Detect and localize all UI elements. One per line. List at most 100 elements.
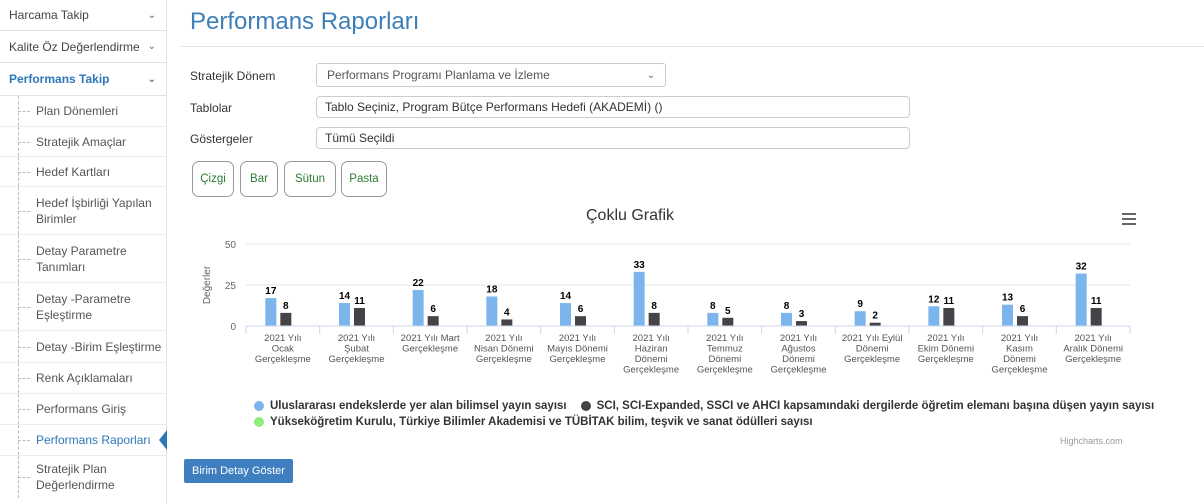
legend-item-3[interactable]: Yükseköğretim Kurulu, Türkiye Bilimler A… bbox=[270, 416, 813, 428]
bar bbox=[486, 296, 498, 326]
x-tick-label: 2021 Yılı bbox=[706, 333, 743, 344]
data-label: 6 bbox=[578, 304, 584, 315]
x-tick-label: Dönemi bbox=[856, 344, 889, 355]
bar bbox=[1002, 304, 1013, 326]
x-tick-label: Gerçekleşme bbox=[844, 354, 900, 365]
data-label: 8 bbox=[651, 301, 657, 312]
x-tick-label: 2021 Yılı bbox=[338, 333, 375, 344]
bar bbox=[575, 316, 586, 326]
x-tick-label: Gerçekleşme bbox=[402, 344, 458, 355]
chevron-down-icon: ⌄ bbox=[147, 73, 156, 85]
sidebar-item-label: Stratejik Amaçlar bbox=[36, 134, 127, 149]
sidebar-item-detay-parametre-tanimlari[interactable]: Detay Parametre Tanımları bbox=[0, 235, 166, 283]
y-tick-label: 50 bbox=[225, 240, 237, 251]
x-tick-label: Gerçekleşme bbox=[329, 354, 385, 365]
x-tick-label: 2021 Yılı bbox=[1001, 333, 1038, 344]
page-title: Performans Raporları bbox=[190, 8, 420, 35]
x-tick-label: Şubat bbox=[344, 344, 369, 355]
sidebar-item-label: Renk Açıklamaları bbox=[36, 371, 133, 385]
data-label: 14 bbox=[560, 291, 572, 302]
sidebar-item-label: Plan Dönemleri bbox=[36, 104, 119, 118]
bar bbox=[1090, 307, 1102, 326]
sidebar-item-renk-aciklamalari[interactable]: Renk Açıklamaları bbox=[0, 363, 166, 394]
chevron-down-icon: ⌄ bbox=[147, 41, 156, 52]
bar bbox=[943, 307, 955, 326]
x-tick-label: Dönemi bbox=[708, 354, 741, 365]
bar bbox=[648, 312, 660, 326]
data-label: 18 bbox=[486, 284, 498, 295]
sidebar-item-performans-raporlari[interactable]: Performans Raporları bbox=[0, 425, 167, 456]
bar bbox=[427, 316, 439, 326]
x-tick-label: 2021 Yılı bbox=[927, 333, 964, 344]
chart: 50250Değerler 1782021 YılıOcakGerçekleşme… bbox=[202, 240, 1131, 376]
x-tick-label: Temmuz bbox=[707, 344, 743, 355]
bar bbox=[280, 312, 292, 326]
data-label: 14 bbox=[339, 291, 351, 302]
x-tick-label: Gerçekleşme bbox=[255, 354, 311, 365]
x-tick-label: 2021 Yılı bbox=[1075, 333, 1112, 344]
sidebar-item-detay-parametre-esl[interactable]: Detay -Parametre Eşleştirme bbox=[0, 283, 166, 331]
bar bbox=[412, 289, 424, 326]
sidebar-item-plan-donemleri[interactable]: Plan Dönemleri bbox=[0, 96, 166, 127]
sidebar-item-label: Performans Giriş bbox=[36, 402, 127, 416]
x-tick-label: Gerçekleşme bbox=[623, 365, 679, 376]
sidebar-item-hedef-kartlari[interactable]: Hedef Kartları bbox=[0, 157, 166, 187]
x-tick-label: Dönemi bbox=[1003, 354, 1036, 365]
sidebar-item-label: Stratejik Plan Değerlendirme bbox=[36, 462, 115, 492]
data-label: 9 bbox=[857, 299, 863, 310]
y-tick-label: 25 bbox=[225, 281, 237, 292]
sidebar-item-performans-giris[interactable]: Performans Giriş bbox=[0, 394, 166, 425]
x-tick-label: Gerçekleşme bbox=[697, 365, 753, 376]
bar bbox=[501, 319, 513, 326]
hamburger-menu-icon[interactable] bbox=[1122, 213, 1136, 225]
data-label: 32 bbox=[1076, 262, 1088, 273]
data-label: 12 bbox=[928, 294, 940, 305]
x-tick-label: Nisan Dönemi bbox=[474, 344, 534, 355]
sidebar-item-stratejik-plan-deg[interactable]: Stratejik Plan Değerlendirme bbox=[0, 456, 166, 498]
column-chart-button[interactable]: Sütun bbox=[284, 161, 336, 197]
data-label: 6 bbox=[430, 304, 436, 315]
data-label: 6 bbox=[1020, 304, 1026, 315]
line-chart-button[interactable]: Çizgi bbox=[192, 161, 234, 197]
x-tick-label: Ocak bbox=[272, 344, 294, 355]
x-tick-label: Gerçekleşme bbox=[992, 365, 1048, 376]
tables-label: Tablolar bbox=[190, 101, 233, 115]
tables-field[interactable]: Tablo Seçiniz, Program Bütçe Performans … bbox=[316, 96, 910, 118]
sidebar-item-label: Hedef Kartları bbox=[36, 164, 111, 179]
sidebar-item-performans-takip[interactable]: Performans Takip ⌄ bbox=[0, 63, 166, 96]
sidebar-item-label: Detay Parametre Tanımları bbox=[36, 243, 127, 274]
bar bbox=[722, 317, 734, 326]
sidebar-item-hedef-isbirligi[interactable]: Hedef İşbirliği Yapılan Birimler bbox=[0, 187, 166, 235]
legend-item-2[interactable]: SCI, SCI-Expanded, SSCI ve AHCI kapsamın… bbox=[597, 400, 1155, 412]
data-label: 13 bbox=[1002, 293, 1014, 304]
active-indicator bbox=[159, 430, 167, 450]
data-label: 5 bbox=[725, 306, 731, 317]
data-label: 11 bbox=[944, 296, 955, 307]
credits-link[interactable]: Highcharts.com bbox=[1060, 436, 1123, 446]
bar bbox=[1017, 316, 1028, 326]
sidebar-item-harcama-takip[interactable]: Harcama Takip ⌄ bbox=[0, 0, 166, 31]
bar bbox=[265, 298, 277, 326]
period-select[interactable]: Performans Programı Planlama ve İzleme ⌄ bbox=[316, 63, 666, 87]
sidebar-item-label: Performans Raporları bbox=[36, 433, 151, 447]
legend-dot-blue bbox=[254, 401, 264, 411]
sidebar-item-kalite[interactable]: Kalite Öz Değerlendirme ⌄ bbox=[0, 31, 166, 63]
sidebar-item-detay-birim-esl[interactable]: Detay -Birim Eşleştirme bbox=[0, 331, 166, 363]
indicators-field[interactable]: Tümü Seçildi bbox=[316, 127, 910, 149]
period-select-value: Performans Programı Planlama ve İzleme bbox=[327, 68, 550, 82]
x-tick-label: 2021 Yılı bbox=[780, 333, 817, 344]
bar-chart-button[interactable]: Bar bbox=[240, 161, 278, 197]
data-label: 4 bbox=[504, 307, 510, 318]
data-label: 8 bbox=[784, 301, 790, 312]
data-label: 11 bbox=[354, 296, 365, 307]
data-label: 22 bbox=[413, 278, 425, 289]
pie-chart-button[interactable]: Pasta bbox=[341, 161, 387, 197]
bar bbox=[707, 312, 719, 326]
unit-detail-button[interactable]: Birim Detay Göster bbox=[184, 459, 293, 483]
sidebar-item-label: Hedef İşbirliği Yapılan Birimler bbox=[36, 195, 152, 226]
sidebar-item-stratejik-amaclar[interactable]: Stratejik Amaçlar bbox=[0, 127, 166, 157]
bar bbox=[633, 271, 645, 326]
sidebar-item-label: Detay -Parametre Eşleştirme bbox=[36, 291, 131, 322]
x-tick-label: Ekim Dönemi bbox=[918, 344, 975, 355]
legend-item-1[interactable]: Uluslararası endekslerde yer alan bilims… bbox=[270, 400, 567, 412]
